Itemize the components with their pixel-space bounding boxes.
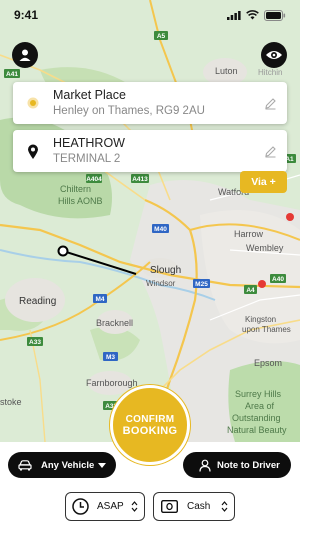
pickup-subtitle: Henley on Thames, RG9 2AU — [53, 105, 205, 117]
map-label-hitchin: Hitchin — [258, 68, 282, 77]
time-select[interactable]: ASAP — [65, 492, 145, 521]
payment-select[interactable]: Cash — [153, 492, 235, 521]
dropoff-title: HEATHROW — [53, 136, 125, 150]
visibility-toggle-button[interactable] — [261, 42, 287, 68]
pickup-edit-button[interactable] — [253, 97, 287, 110]
signal-icon — [227, 10, 241, 20]
vehicle-label: Any Vehicle — [41, 459, 95, 471]
wifi-icon — [246, 10, 259, 20]
payment-select-value: Cash — [187, 501, 211, 512]
route-start-marker — [57, 245, 69, 257]
pencil-icon — [264, 97, 276, 109]
shield-m3: M3 — [106, 354, 115, 361]
pickup-title: Market Place — [53, 88, 126, 102]
map-canvas[interactable]: Luton Hitchin Watford Harrow Wembley Chi… — [0, 0, 300, 442]
note-to-driver-button[interactable]: Note to Driver — [183, 452, 291, 478]
shield-a33: A33 — [29, 339, 41, 346]
shield-a4: A4 — [246, 287, 255, 294]
cash-icon — [161, 500, 178, 513]
map-label-farnborough: Farnborough — [86, 378, 138, 388]
map-label-surrey-2: Area of — [245, 401, 275, 411]
map-label-windsor: Windsor — [146, 279, 176, 288]
shield-a5: A5 — [157, 33, 166, 40]
add-via-button[interactable]: Via + — [240, 171, 287, 193]
updown-chevron-icon — [131, 501, 138, 512]
confirm-label-line2: BOOKING — [122, 424, 178, 437]
shield-a404: A404 — [86, 176, 102, 183]
map-label-surrey-3: Outstanding — [232, 413, 281, 423]
map-label-wembley: Wembley — [246, 243, 284, 253]
car-icon — [18, 459, 32, 470]
status-time: 9:41 — [14, 8, 39, 22]
updown-chevron-icon — [221, 501, 228, 512]
shield-a40: A40 — [272, 276, 284, 283]
note-label: Note to Driver — [217, 459, 280, 471]
confirm-label-line1: CONFIRM — [125, 413, 175, 425]
dropoff-card[interactable]: HEATHROW TERMINAL 2 — [13, 130, 287, 172]
driver-icon — [199, 459, 211, 472]
pickup-pin — [13, 97, 53, 109]
map-view[interactable]: Luton Hitchin Watford Harrow Wembley Chi… — [0, 0, 300, 442]
shield-a41: A41 — [6, 71, 18, 78]
map-label-kingston: Kingston — [245, 315, 276, 324]
shield-m25: M25 — [195, 281, 208, 288]
map-label-kingston-2: upon Thames — [242, 325, 291, 334]
status-icons — [227, 9, 286, 21]
dropoff-subtitle: TERMINAL 2 — [53, 153, 121, 165]
confirm-booking-button[interactable]: CONFIRM BOOKING — [110, 385, 190, 465]
user-icon — [19, 49, 31, 61]
dropoff-edit-button[interactable] — [253, 145, 287, 158]
clock-icon — [72, 498, 89, 515]
battery-icon — [264, 9, 286, 21]
map-label-surrey-4: Natural Beauty — [227, 425, 287, 435]
eye-icon — [266, 51, 282, 59]
map-label-chiltern: Chiltern — [60, 184, 91, 194]
caret-down-icon — [98, 462, 106, 468]
map-label-harrow: Harrow — [234, 229, 264, 239]
status-bar: 9:41 — [0, 0, 300, 30]
dropoff-pin — [13, 144, 53, 159]
shield-m40: M40 — [154, 226, 167, 233]
map-label-bracknell: Bracknell — [96, 318, 133, 328]
pickup-dot-icon — [27, 97, 39, 109]
profile-button[interactable] — [12, 42, 38, 68]
pencil-icon — [264, 145, 276, 157]
shield-a413: A413 — [132, 176, 148, 183]
shield-m4: M4 — [95, 296, 104, 303]
map-label-slough: Slough — [150, 265, 181, 276]
pickup-card[interactable]: Market Place Henley on Thames, RG9 2AU — [13, 82, 287, 124]
map-label-reading: Reading — [19, 296, 56, 307]
map-label-hills-aonb: Hills AONB — [58, 196, 103, 206]
time-select-value: ASAP — [97, 501, 124, 512]
map-label-stoke: stoke — [0, 397, 22, 407]
location-pin-icon — [28, 144, 38, 159]
map-label-surrey-1: Surrey Hills — [235, 389, 282, 399]
vehicle-select-button[interactable]: Any Vehicle — [8, 452, 116, 478]
map-label-luton: Luton — [215, 66, 238, 76]
map-label-epsom: Epsom — [254, 358, 282, 368]
